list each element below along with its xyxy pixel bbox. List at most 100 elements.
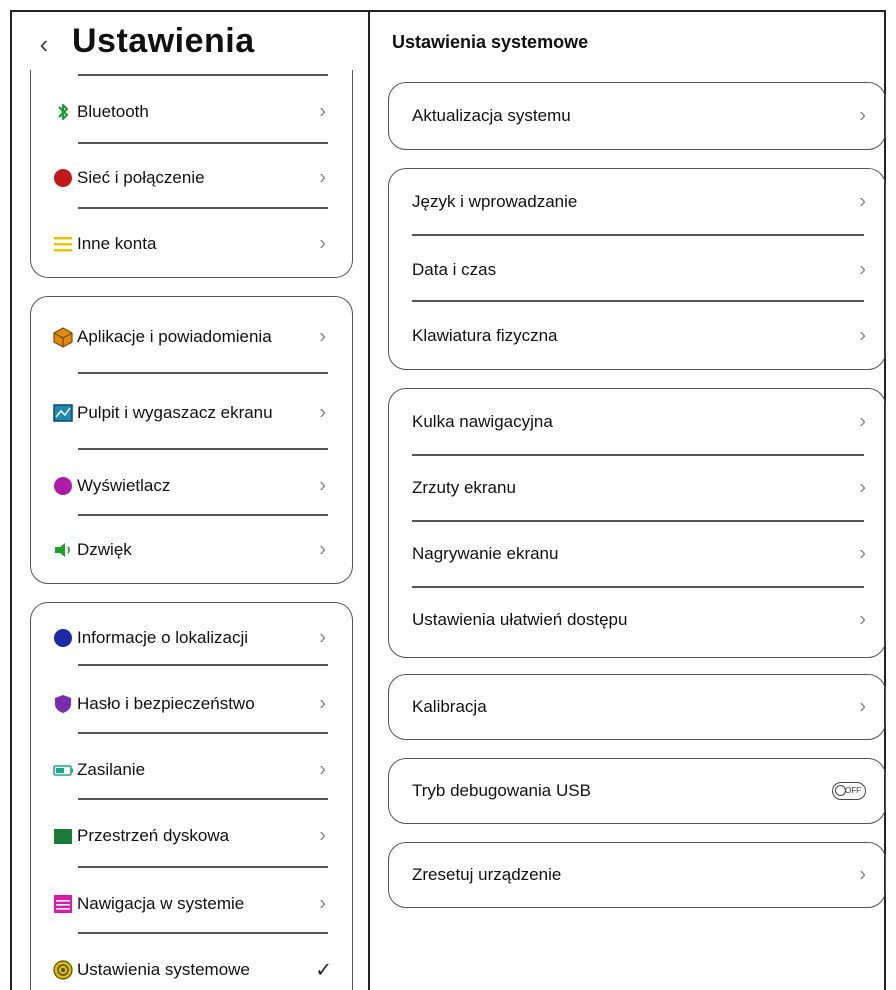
network-icon	[52, 167, 74, 189]
chevron-right-icon: ›	[859, 104, 866, 127]
sidebar-item-display[interactable]: Wyświetlacz ›	[52, 466, 342, 506]
display-icon	[52, 475, 74, 497]
sound-icon	[52, 539, 74, 561]
page-title: Ustawienia	[72, 22, 255, 60]
divider	[78, 932, 328, 934]
settings-item-label: Ustawienia ułatwień dostępu	[412, 610, 628, 629]
settings-item-usb-debugging[interactable]: Tryb debugowania USB OFF	[412, 771, 872, 811]
settings-item-label: Nagrywanie ekranu	[412, 544, 559, 563]
chevron-right-icon: ›	[319, 692, 326, 715]
sidebar-item-bluetooth[interactable]: Bluetooth ›	[52, 92, 342, 132]
sidebar-item-label: Bluetooth	[77, 102, 149, 121]
frame-left-border	[10, 10, 12, 990]
sidebar-item-security[interactable]: Hasło i bezpieczeństwo ›	[52, 684, 342, 724]
divider	[412, 234, 864, 236]
chevron-right-icon: ›	[319, 892, 326, 915]
sidebar-item-network[interactable]: Sieć i połączenie ›	[52, 158, 342, 198]
chevron-right-icon: ›	[319, 824, 326, 847]
sidebar-item-label: Dzwięk	[77, 540, 132, 559]
frame-top-border	[10, 10, 886, 12]
sidebar-item-sound[interactable]: Dzwięk ›	[52, 530, 342, 570]
divider	[78, 798, 328, 800]
apps-icon	[52, 326, 74, 348]
chevron-right-icon: ›	[859, 190, 866, 213]
chevron-right-icon: ›	[859, 695, 866, 718]
location-icon	[52, 627, 74, 649]
toggle-state-label: OFF	[845, 786, 861, 795]
divider	[78, 372, 328, 374]
sidebar-item-label: Pulpit i wygaszacz ekranu	[77, 403, 273, 422]
chevron-right-icon: ›	[319, 401, 326, 424]
chevron-right-icon: ›	[859, 258, 866, 281]
settings-item-trackball[interactable]: Kulka nawigacyjna ›	[412, 402, 872, 442]
chevron-right-icon: ›	[319, 100, 326, 123]
chevron-right-icon: ›	[859, 542, 866, 565]
divider	[412, 520, 864, 522]
settings-item-screenshots[interactable]: Zrzuty ekranu ›	[412, 468, 872, 508]
toggle-knob	[835, 785, 846, 796]
sidebar-item-label: Aplikacje i powiadomienia	[77, 327, 272, 346]
sidebar-item-accounts[interactable]: Inne konta ›	[52, 224, 342, 264]
checkmark-icon: ✓	[315, 959, 332, 982]
usb-debugging-toggle[interactable]: OFF	[832, 782, 866, 800]
sidebar-item-desktop[interactable]: Pulpit i wygaszacz ekranu ›	[52, 390, 342, 436]
settings-item-physical-keyboard[interactable]: Klawiatura fizyczna ›	[412, 316, 872, 356]
battery-icon	[52, 759, 74, 781]
divider	[78, 142, 328, 144]
system-settings-icon	[52, 959, 74, 981]
divider	[78, 732, 328, 734]
sidebar-item-location[interactable]: Informacje o lokalizacji ›	[52, 618, 342, 658]
sidebar-item-power[interactable]: Zasilanie ›	[52, 750, 342, 790]
storage-icon	[52, 825, 74, 847]
chevron-right-icon: ›	[319, 626, 326, 649]
settings-item-system-update[interactable]: Aktualizacja systemu ›	[412, 96, 872, 136]
sidebar-item-label: Przestrzeń dyskowa	[77, 826, 230, 845]
divider	[78, 664, 328, 666]
chevron-right-icon: ›	[319, 538, 326, 561]
chevron-right-icon: ›	[859, 324, 866, 347]
settings-item-date-time[interactable]: Data i czas ›	[412, 250, 872, 290]
sidebar-item-label: Informacje o lokalizacji	[77, 628, 249, 647]
chevron-left-icon[interactable]: ‹	[30, 26, 58, 62]
accounts-icon	[52, 233, 74, 255]
sidebar-item-label: Nawigacja w systemie	[77, 894, 245, 913]
sidebar-item-storage[interactable]: Przestrzeń dyskowa ›	[52, 816, 342, 856]
sidebar-item-navigation[interactable]: Nawigacja w systemie ›	[52, 884, 342, 924]
chevron-right-icon: ›	[319, 758, 326, 781]
settings-item-label: Język i wprowadzanie	[412, 192, 578, 211]
section-title: Ustawienia systemowe	[392, 32, 589, 52]
sidebar-item-label: Inne konta	[77, 234, 157, 253]
settings-item-label: Zresetuj urządzenie	[412, 865, 562, 884]
settings-item-calibration[interactable]: Kalibracja ›	[412, 687, 872, 727]
navigation-icon	[52, 893, 74, 915]
divider	[78, 448, 328, 450]
sidebar-item-label: Zasilanie	[77, 760, 146, 779]
divider	[78, 866, 328, 868]
settings-item-screen-recording[interactable]: Nagrywanie ekranu ›	[412, 534, 872, 574]
desktop-icon	[52, 402, 74, 424]
settings-item-factory-reset[interactable]: Zresetuj urządzenie ›	[412, 855, 872, 895]
settings-item-accessibility[interactable]: Ustawienia ułatwień dostępu ›	[412, 600, 872, 640]
chevron-right-icon: ›	[859, 410, 866, 433]
divider	[78, 514, 328, 516]
chevron-right-icon: ›	[859, 863, 866, 886]
sidebar-item-label: Ustawienia systemowe	[77, 960, 250, 979]
shield-icon	[52, 693, 74, 715]
chevron-right-icon: ›	[319, 232, 326, 255]
settings-item-label: Data i czas	[412, 260, 497, 279]
settings-item-label: Zrzuty ekranu	[412, 478, 516, 497]
pane-divider	[368, 10, 370, 990]
settings-item-label: Kulka nawigacyjna	[412, 412, 553, 431]
sidebar-item-label: Wyświetlacz	[77, 476, 171, 495]
settings-item-label: Kalibracja	[412, 697, 487, 716]
divider	[78, 207, 328, 209]
bluetooth-icon	[52, 101, 74, 123]
chevron-right-icon: ›	[319, 474, 326, 497]
sidebar-item-apps[interactable]: Aplikacje i powiadomienia ›	[52, 314, 342, 360]
sidebar-item-system-settings[interactable]: Ustawienia systemowe ✓	[52, 950, 342, 990]
divider	[78, 74, 328, 76]
settings-item-language[interactable]: Język i wprowadzanie ›	[412, 182, 872, 222]
settings-item-label: Aktualizacja systemu	[412, 106, 571, 125]
divider	[412, 586, 864, 588]
divider	[412, 454, 864, 456]
